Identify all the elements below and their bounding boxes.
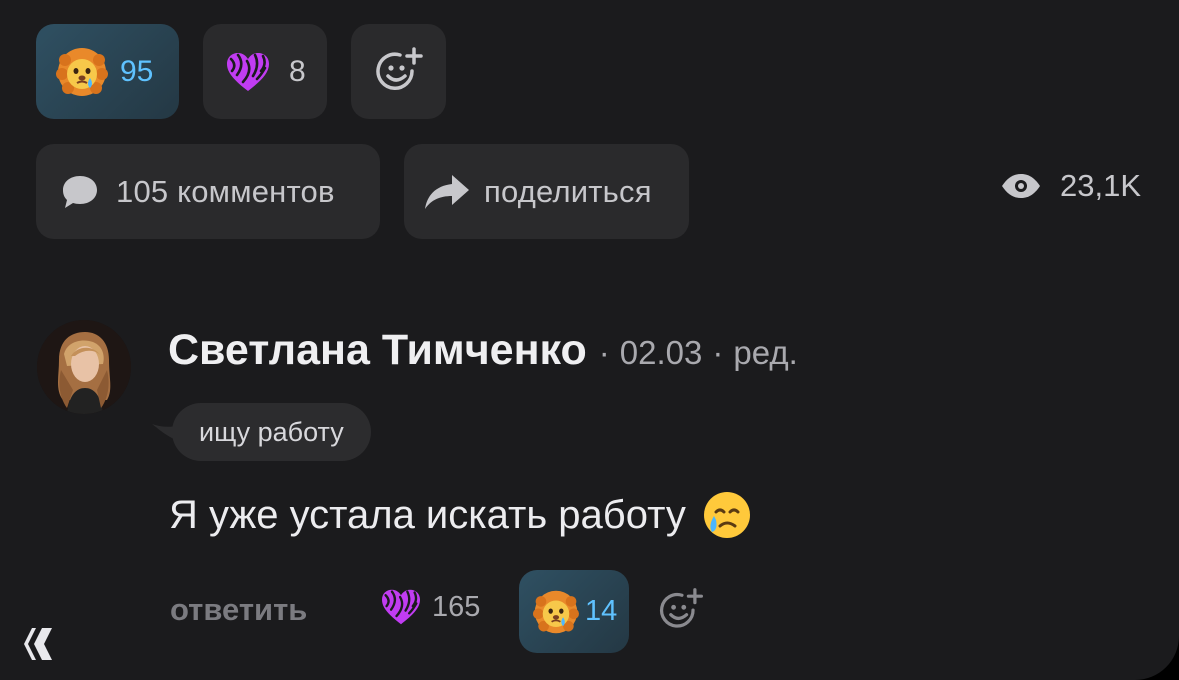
author-name[interactable]: Светлана Тимченко <box>168 326 587 375</box>
separator: · <box>598 334 610 371</box>
comment-screen: 95 8 105 комментов поделиться 23,1K Свет… <box>0 0 1179 680</box>
avatar-photo <box>37 320 131 414</box>
comment-reaction-heart[interactable]: 165 <box>380 588 480 626</box>
comment-bubble-icon <box>63 175 97 208</box>
status-tag-label: ищу работу <box>199 416 344 447</box>
reaction-lion-count: 95 <box>120 54 154 88</box>
share-arrow-icon <box>425 174 469 209</box>
avatar[interactable] <box>37 320 131 414</box>
comment-heart-count: 165 <box>432 590 481 623</box>
reaction-heart-button[interactable]: 8 <box>203 24 327 119</box>
app-logo-icon <box>22 626 54 667</box>
add-reaction-icon <box>659 588 703 628</box>
crying-face-emoji-icon <box>703 492 750 538</box>
status-tag: ищу работу <box>172 403 371 461</box>
separator: · <box>712 334 724 371</box>
views-count: 23,1K <box>1059 168 1141 203</box>
comment-lion-count: 14 <box>585 595 618 627</box>
reaction-lion-button[interactable]: 95 <box>36 24 179 119</box>
edited-label: ред. <box>733 334 798 371</box>
comments-button[interactable]: 105 комментов <box>36 144 380 239</box>
zebra-heart-icon <box>227 52 269 91</box>
reaction-heart-count: 8 <box>289 54 306 88</box>
share-button[interactable]: поделиться <box>404 144 689 239</box>
share-label: поделиться <box>484 173 652 209</box>
comments-label: 105 комментов <box>116 173 335 209</box>
zebra-heart-icon <box>382 589 420 625</box>
add-reaction-button[interactable] <box>351 24 446 119</box>
comment-body: Я уже устала искать работу <box>169 490 752 540</box>
views-counter: 23,1K <box>1000 168 1141 204</box>
comment-header: Светлана Тимченко · 02.03 · ред. <box>168 326 798 375</box>
lion-emoji-icon <box>533 590 579 633</box>
add-reaction-icon <box>375 46 423 90</box>
eye-icon <box>1001 174 1040 198</box>
comment-reaction-lion[interactable]: 14 <box>519 570 629 653</box>
comment-add-reaction-button[interactable] <box>656 586 706 641</box>
lion-emoji-icon <box>56 47 108 96</box>
comment-date: 02.03 <box>619 334 703 371</box>
comment-text: Я уже устала искать работу <box>169 492 686 537</box>
reply-button[interactable]: ответить <box>170 592 307 628</box>
